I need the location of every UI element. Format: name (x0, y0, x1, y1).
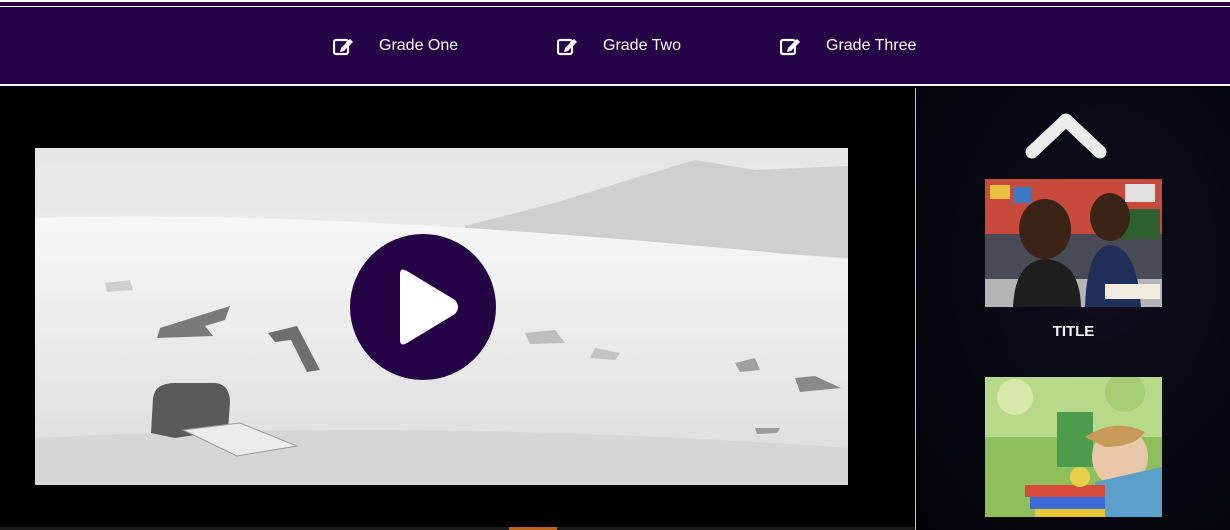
video-player[interactable] (35, 148, 848, 485)
top-nav-bar: Grade One Grade Two Grade Three (0, 0, 1230, 86)
nav-item-grade-three[interactable]: Grade Three (779, 36, 917, 56)
video-card-title: TITLE (1052, 323, 1095, 340)
nav-item-label: Grade Two (603, 37, 681, 54)
edit-icon (556, 36, 579, 56)
video-area (0, 88, 915, 530)
sidebar-playlist: TITLE (916, 88, 1230, 530)
nav-item-label: Grade One (379, 37, 459, 54)
top-divider (0, 6, 1230, 7)
play-icon (400, 269, 458, 345)
nav-item-label: Grade Three (826, 37, 917, 54)
video-card-thumbnail[interactable] (985, 179, 1162, 307)
edit-icon (779, 36, 802, 56)
edit-icon (332, 36, 355, 56)
play-button[interactable] (350, 234, 496, 380)
reading-child-image (985, 377, 1162, 517)
video-card-thumbnail[interactable] (985, 377, 1162, 517)
chevron-up-icon[interactable] (1024, 108, 1108, 160)
classroom-image (985, 179, 1162, 307)
nav-item-grade-two[interactable]: Grade Two (556, 36, 681, 56)
nav-item-grade-one[interactable]: Grade One (332, 36, 459, 56)
